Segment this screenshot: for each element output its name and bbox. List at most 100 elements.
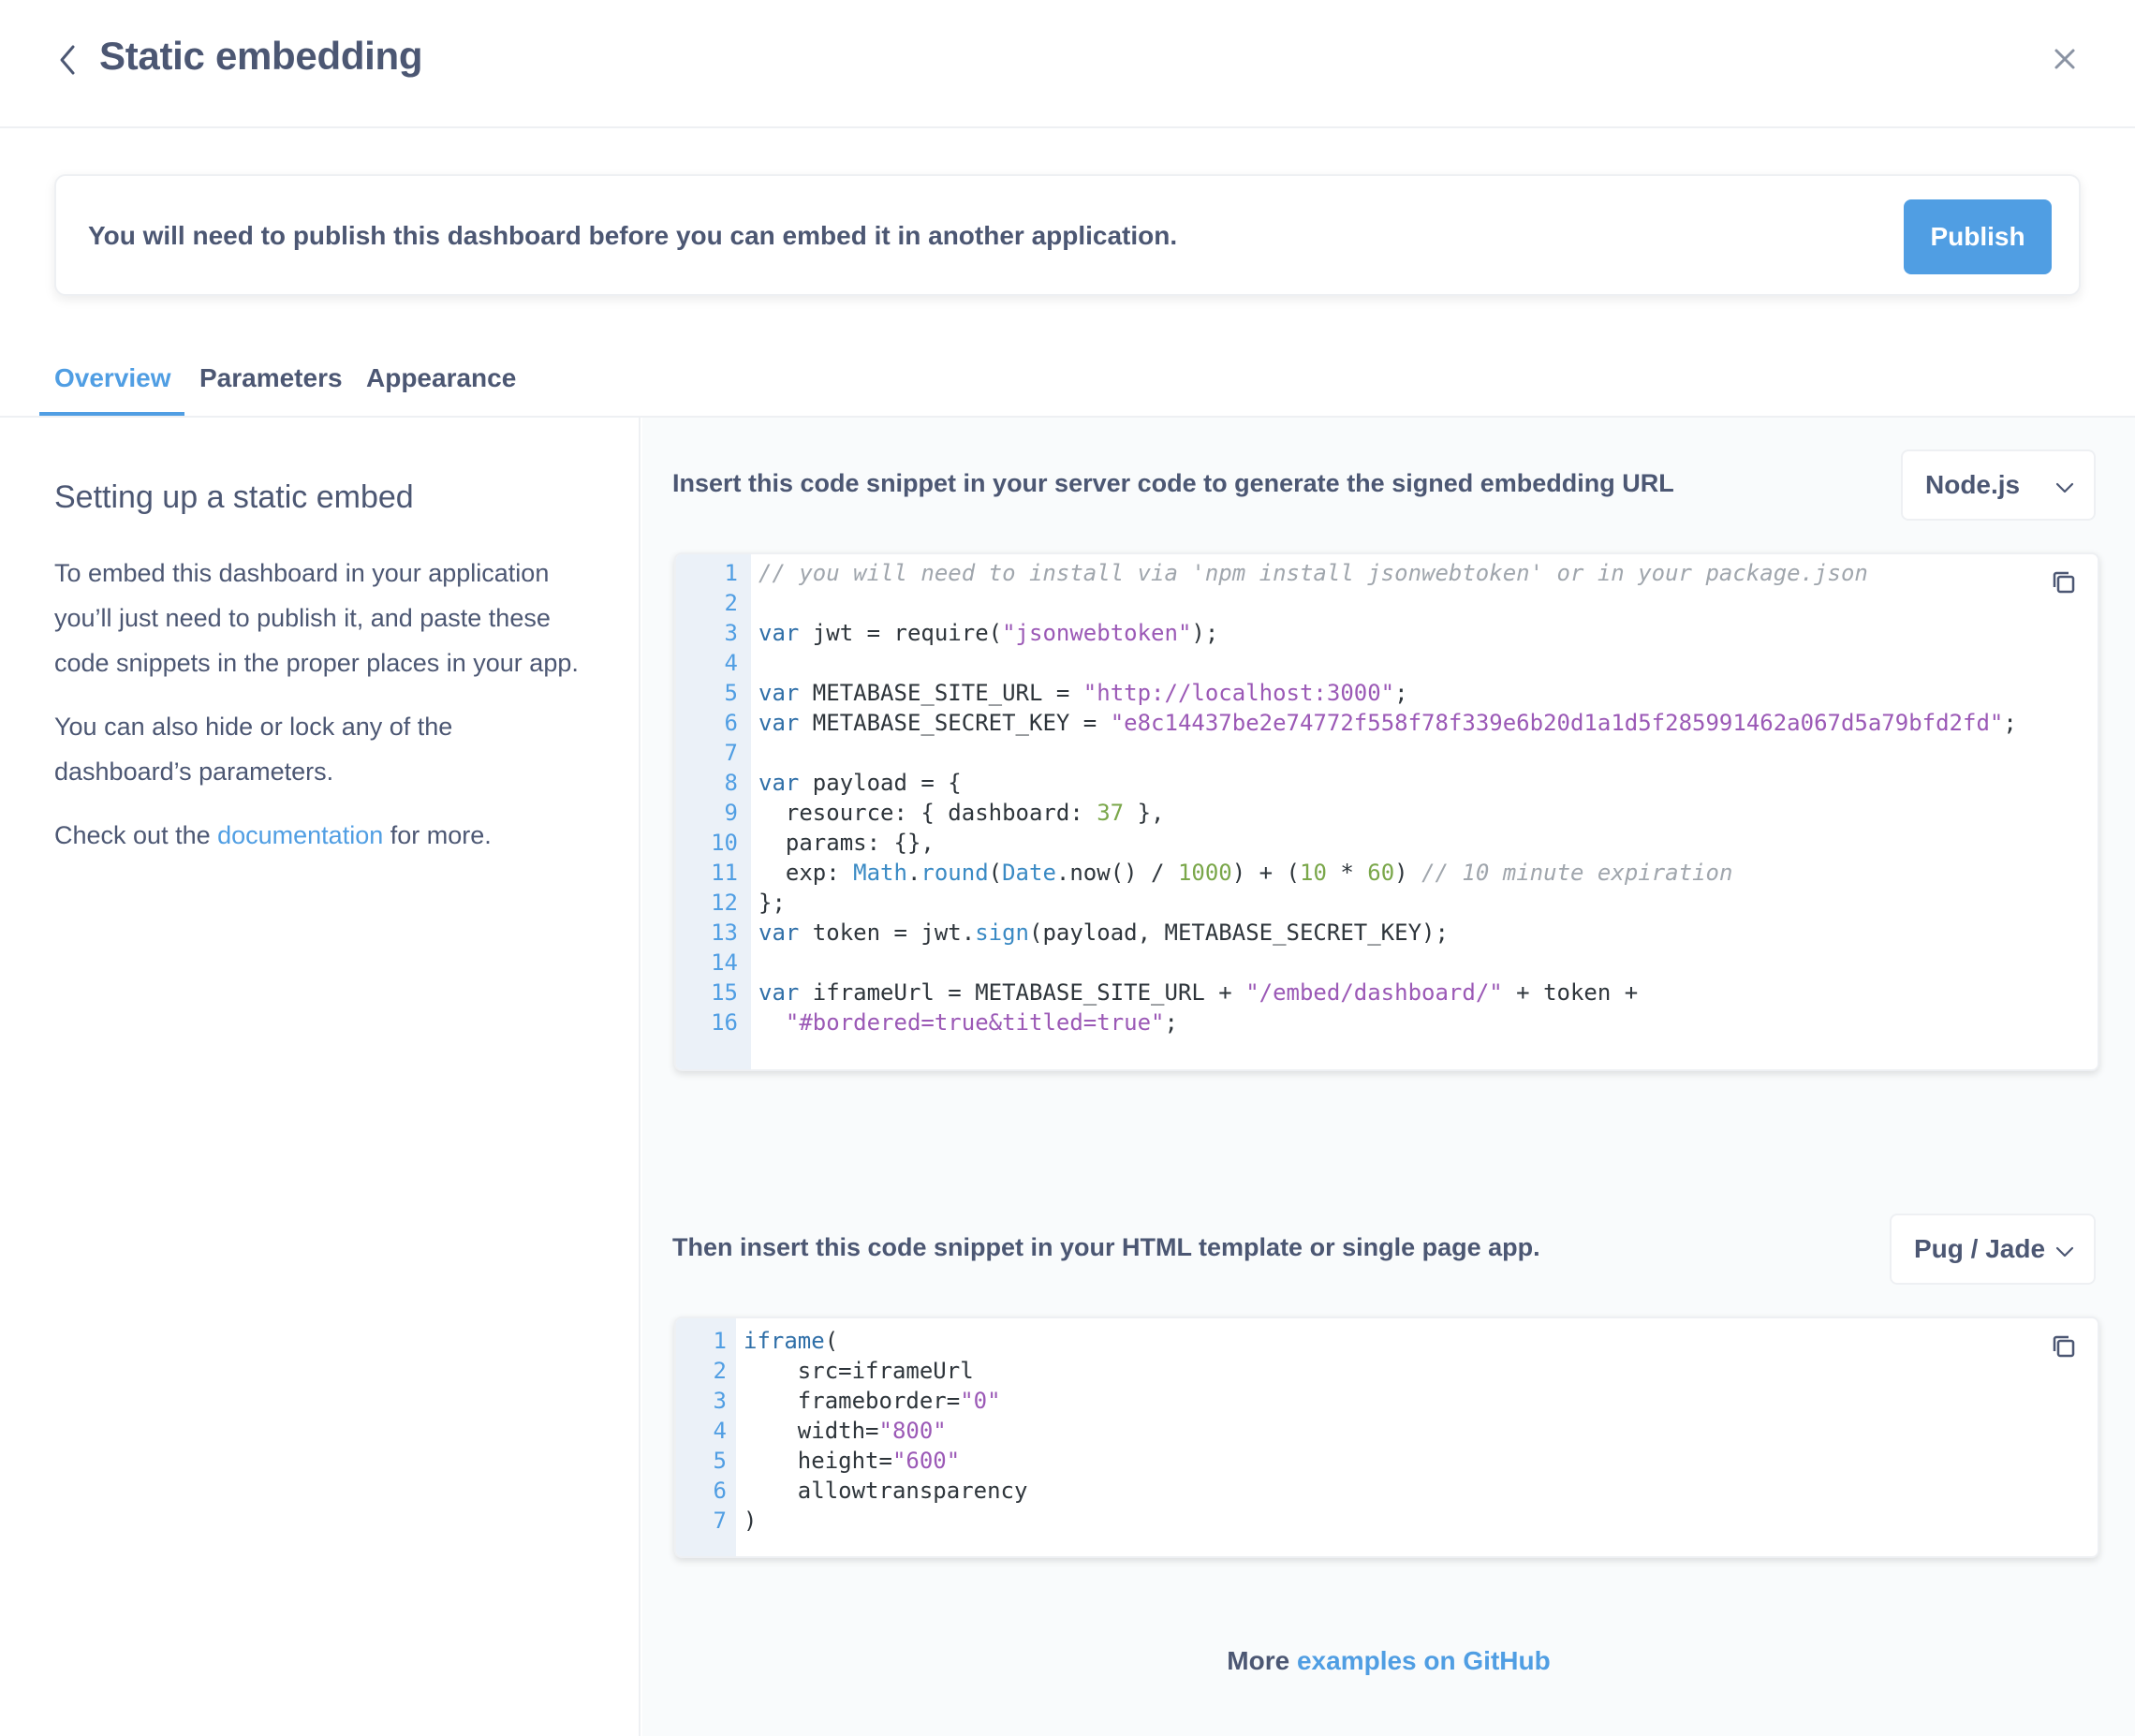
code-line: var jwt = require("jsonwebtoken"); bbox=[758, 618, 1218, 648]
server-code-editor[interactable]: 1 // you will need to install via 'npm in… bbox=[674, 552, 2099, 1071]
template-language-select[interactable]: Pug / Jade bbox=[1890, 1214, 2096, 1285]
template-language-value: Pug / Jade bbox=[1914, 1234, 2046, 1263]
documentation-link[interactable]: documentation bbox=[217, 821, 383, 849]
code-token: }; bbox=[758, 890, 786, 916]
code-token: // 10 minute expiration bbox=[1421, 860, 1733, 886]
code-token: ( bbox=[824, 1328, 839, 1354]
code-line: height="600" bbox=[744, 1446, 960, 1476]
template-snippet-title: Then insert this code snippet in your HT… bbox=[672, 1233, 1540, 1261]
instructions-heading: Setting up a static embed bbox=[54, 479, 414, 515]
chevron-down-icon bbox=[2055, 1246, 2074, 1258]
documentation-suffix: for more. bbox=[383, 821, 492, 849]
tab-parameters[interactable]: Parameters bbox=[199, 363, 343, 393]
code-token: "jsonwebtoken" bbox=[1002, 620, 1192, 646]
code-token: ); bbox=[1191, 620, 1219, 646]
code-token: METABASE_SECRET_KEY = bbox=[799, 710, 1111, 736]
code-token: round bbox=[920, 860, 989, 886]
code-token: resource: { dashboard: bbox=[758, 800, 1097, 826]
line-number: 14 bbox=[711, 949, 738, 976]
line-number: 5 bbox=[713, 1448, 727, 1474]
publish-button[interactable]: Publish bbox=[1904, 199, 2052, 274]
tab-bar: Overview Parameters Appearance bbox=[0, 346, 2135, 418]
code-token: iframe bbox=[744, 1328, 825, 1354]
code-line: // you will need to install via 'npm ins… bbox=[758, 558, 1868, 588]
line-number: 12 bbox=[711, 890, 738, 916]
code-token: var bbox=[758, 710, 800, 736]
code-token: frameborder= bbox=[744, 1388, 961, 1414]
code-token: var bbox=[758, 620, 800, 646]
code-token: src=iframeUrl bbox=[744, 1358, 974, 1384]
code-token: ; bbox=[2003, 710, 2017, 736]
close-icon[interactable] bbox=[2049, 43, 2081, 75]
code-line: var METABASE_SECRET_KEY = "e8c14437be2e7… bbox=[758, 708, 2017, 738]
line-number: 10 bbox=[711, 830, 738, 856]
code-token: + token + bbox=[1502, 979, 1639, 1006]
code-token: METABASE_SITE_URL = bbox=[799, 680, 1083, 706]
code-token: sign bbox=[975, 919, 1029, 946]
code-line: "#bordered=true&titled=true"; bbox=[758, 1008, 1178, 1037]
page-title: Static embedding bbox=[99, 34, 423, 78]
publish-banner: You will need to publish this dashboard … bbox=[54, 174, 2081, 296]
documentation-prefix: Check out the bbox=[54, 821, 218, 849]
code-token: iframeUrl = METABASE_SITE_URL + bbox=[799, 979, 1246, 1006]
code-line: exp: Math.round(Date.now() / 1000) + (10… bbox=[758, 858, 1733, 888]
code-line: resource: { dashboard: 37 }, bbox=[758, 798, 1165, 828]
code-token: . bbox=[906, 860, 921, 886]
code-token: ; bbox=[1164, 1009, 1178, 1036]
line-number: 4 bbox=[724, 650, 738, 676]
code-snippets-panel: Insert this code snippet in your server … bbox=[642, 418, 2135, 1736]
code-line: src=iframeUrl bbox=[744, 1356, 974, 1386]
code-token: jwt = require( bbox=[799, 620, 1003, 646]
parameters-paragraph: You can also hide or lock any of the das… bbox=[54, 713, 453, 786]
active-tab-indicator bbox=[39, 412, 184, 416]
server-language-value: Node.js bbox=[1925, 470, 2021, 499]
code-token: var bbox=[758, 979, 800, 1006]
code-token: allowtransparency bbox=[744, 1478, 1028, 1504]
code-token: ) bbox=[744, 1508, 758, 1534]
code-token: "#bordered=true&titled=true" bbox=[785, 1009, 1165, 1036]
copy-icon[interactable] bbox=[2049, 567, 2079, 597]
line-number: 4 bbox=[713, 1418, 727, 1444]
code-token: "http://localhost:3000" bbox=[1082, 680, 1395, 706]
code-token: // you will need to install via 'npm ins… bbox=[758, 560, 1868, 586]
github-examples-prefix: More bbox=[1227, 1646, 1297, 1675]
code-token: "e8c14437be2e74772f558f78f339e6b20d1a1d5… bbox=[1110, 710, 2004, 736]
code-token: 60 bbox=[1367, 860, 1395, 886]
line-number: 6 bbox=[713, 1478, 727, 1504]
code-line: var token = jwt.sign(payload, METABASE_S… bbox=[758, 918, 1449, 948]
code-token: * bbox=[1326, 860, 1368, 886]
tab-appearance[interactable]: Appearance bbox=[366, 363, 516, 393]
line-number: 1 bbox=[713, 1328, 727, 1354]
code-token: ; bbox=[1394, 680, 1408, 706]
code-token: ) + ( bbox=[1231, 860, 1300, 886]
code-token: token = jwt. bbox=[799, 919, 976, 946]
template-code-editor[interactable]: 1 iframe(2 src=iframeUrl 3 frameborder="0"… bbox=[674, 1317, 2099, 1558]
tab-overview[interactable]: Overview bbox=[54, 363, 171, 393]
code-token: Math bbox=[853, 860, 907, 886]
code-token: params: {}, bbox=[758, 830, 935, 856]
code-token: 1000 bbox=[1177, 860, 1232, 886]
code-line: params: {}, bbox=[758, 828, 935, 858]
code-token: payload = { bbox=[799, 770, 962, 796]
line-number: 8 bbox=[724, 770, 738, 796]
code-token: (payload, METABASE_SECRET_KEY); bbox=[1029, 919, 1449, 946]
server-snippet-title: Insert this code snippet in your server … bbox=[672, 469, 1674, 497]
line-number: 2 bbox=[713, 1358, 727, 1384]
code-token: 37 bbox=[1097, 800, 1125, 826]
code-token: var bbox=[758, 919, 800, 946]
github-examples-link[interactable]: examples on GitHub bbox=[1297, 1646, 1551, 1675]
code-token: height= bbox=[744, 1448, 892, 1474]
server-language-select[interactable]: Node.js bbox=[1901, 449, 2096, 521]
code-token: width= bbox=[744, 1418, 879, 1444]
instructions-paragraph: To embed this dashboard in your applicat… bbox=[54, 559, 579, 677]
code-line: width="800" bbox=[744, 1416, 947, 1446]
chevron-down-icon bbox=[2055, 482, 2074, 493]
code-token: var bbox=[758, 680, 800, 706]
line-number: 11 bbox=[711, 860, 738, 886]
chevron-left-icon[interactable] bbox=[54, 41, 82, 79]
publish-banner-message: You will need to publish this dashboard … bbox=[88, 221, 1178, 250]
github-examples-note: More examples on GitHub bbox=[642, 1646, 2135, 1676]
copy-icon[interactable] bbox=[2049, 1331, 2079, 1361]
code-line: var payload = { bbox=[758, 768, 962, 798]
code-token: ) bbox=[1394, 860, 1422, 886]
